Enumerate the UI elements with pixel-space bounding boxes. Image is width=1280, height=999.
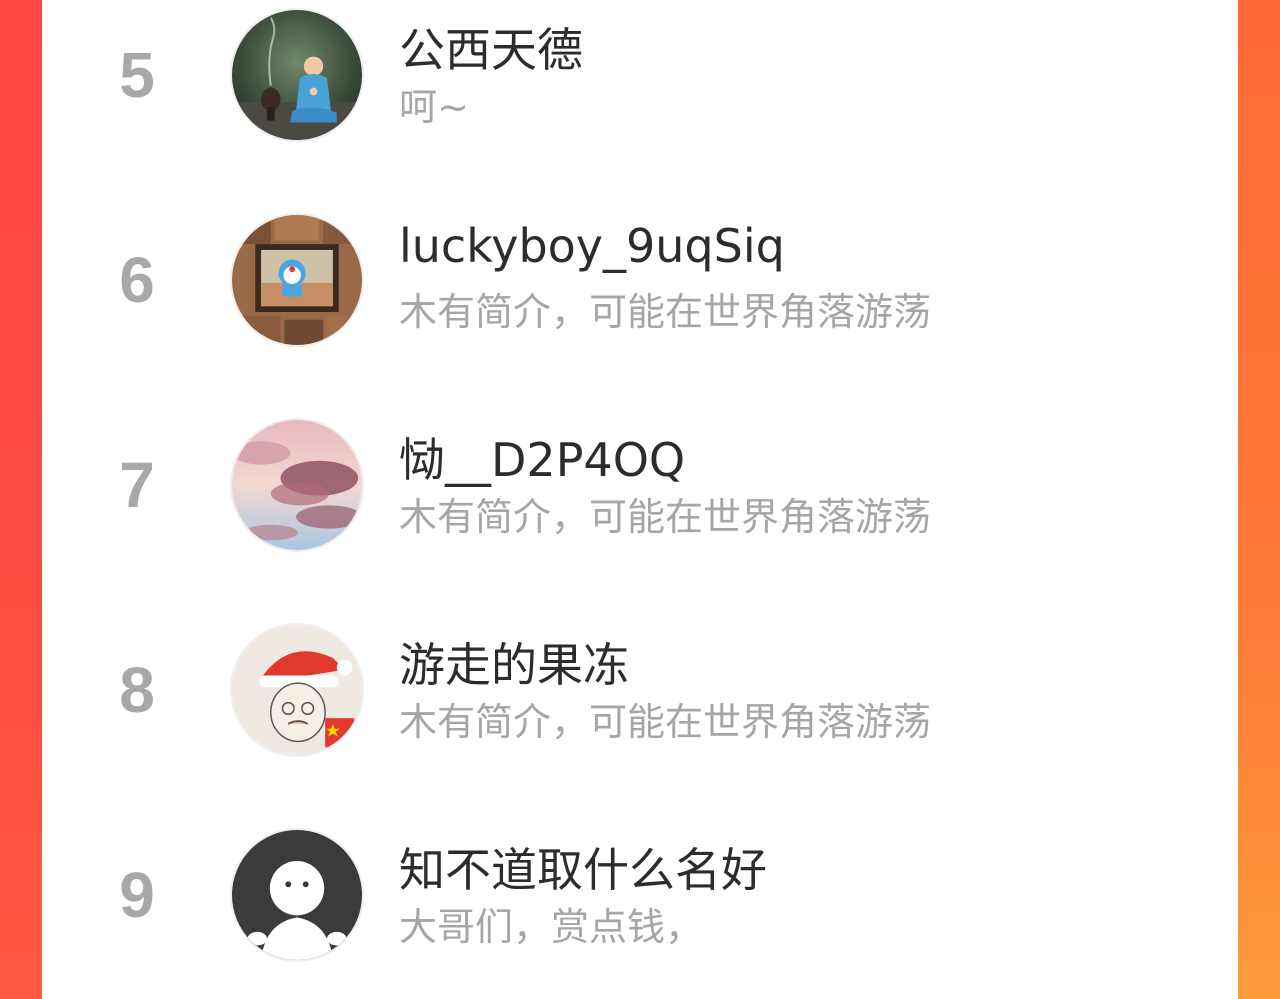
rank-number: 6 [119,244,155,316]
user-bio: 木有简介，可能在世界角落游荡 [399,700,932,744]
framed-cartoon-avatar-icon[interactable] [230,213,364,347]
user-name: 公西天德 [399,23,583,77]
rank-number: 8 [119,654,155,726]
user-name: 知不道取什么名好 [399,843,767,897]
user-bio: 木有简介，可能在世界角落游荡 [399,495,932,539]
user-name: luckyboy_9uqSiq [399,219,785,273]
list-item[interactable]: 9 知不道取什么名好 大哥们，赏点钱， [42,820,1238,999]
user-name: 恸__D2P4OQ [399,433,686,487]
rank-number: 7 [119,449,155,521]
list-item[interactable]: 7 恸__D2P4OQ 木有简介，可能在世界角落游荡 [42,410,1238,615]
rank-number: 5 [119,39,155,111]
child-meditating-avatar-icon[interactable] [230,8,364,142]
user-bio: 木有简介，可能在世界角落游荡 [399,290,932,334]
rank-number: 9 [119,859,155,931]
user-bio: 大哥们，赏点钱， [399,905,704,949]
pink-clouds-avatar-icon[interactable] [230,418,364,552]
list-item[interactable]: 5 公西天德 呵~ [42,0,1238,205]
list-item[interactable]: 8 游走的果冻 木有简介，可能在世界角落游荡 [42,615,1238,820]
user-name: 游走的果冻 [399,638,629,692]
default-user-avatar-icon[interactable] [230,828,364,962]
ranking-list: 5 公西天德 呵~ 6 luckyboy_9uqSiq 木有简介，可能在世界角落… [42,0,1238,999]
background-right-edge [1238,0,1280,999]
user-bio: 呵~ [399,85,469,129]
background-left-edge [0,0,42,999]
santa-hat-sketch-avatar-icon[interactable] [230,623,364,757]
list-item[interactable]: 6 luckyboy_9uqSiq 木有简介，可能在世界角落游荡 [42,205,1238,410]
